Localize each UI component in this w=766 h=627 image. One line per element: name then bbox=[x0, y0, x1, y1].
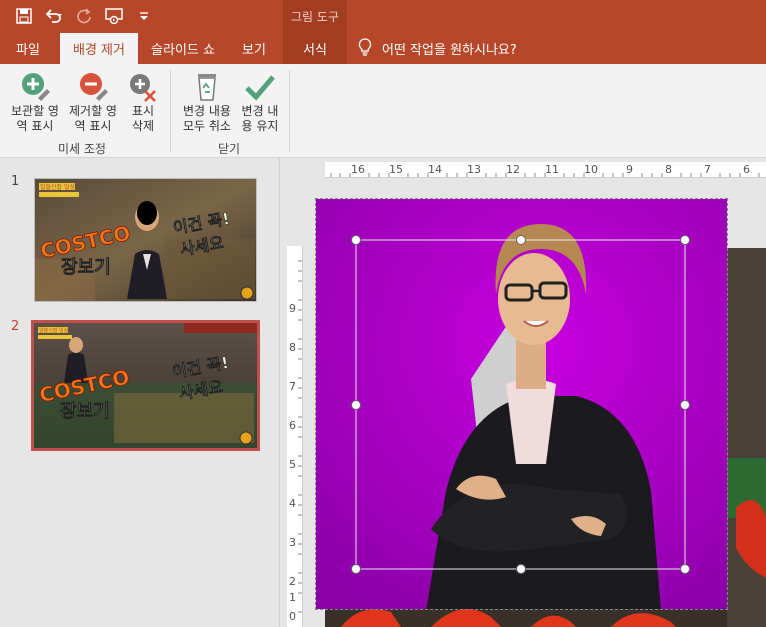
resize-handle[interactable] bbox=[351, 564, 361, 574]
lightbulb-icon bbox=[358, 37, 372, 60]
resize-handle[interactable] bbox=[516, 564, 526, 574]
discard-all-button[interactable]: 변경 내용 모두 취소 bbox=[176, 70, 238, 134]
tell-me-text: 어떤 작업을 원하시나요? bbox=[382, 43, 517, 58]
mark-remove-button[interactable]: 제거할 영 역 표시 bbox=[62, 70, 124, 134]
ribbon-separator bbox=[289, 70, 290, 152]
ruler-label: 11 bbox=[545, 163, 559, 176]
vertical-ruler: 9 8 7 6 5 4 3 2 1 0 bbox=[287, 246, 303, 627]
ruler-label: 9 bbox=[289, 302, 296, 315]
slide-2-tag: 알쓸신잡 일상 bbox=[39, 327, 69, 334]
slide-1-tag: 알쓸신잡 일상 bbox=[40, 183, 76, 191]
checkmark-icon bbox=[245, 75, 275, 101]
recycle-bin-icon bbox=[198, 74, 216, 101]
slide-thumbnail-1[interactable]: 알쓸신잡 일상 COSTCO 장보기 이건 꼭! 사세요 bbox=[34, 178, 257, 302]
mark-keep-button[interactable]: 보관할 영 역 표시 bbox=[4, 70, 66, 134]
ruler-label: 5 bbox=[289, 458, 296, 471]
ruler-label: 15 bbox=[389, 163, 403, 176]
resize-handle[interactable] bbox=[680, 564, 690, 574]
mark-remove-icon bbox=[80, 73, 108, 101]
delete-mark-button[interactable]: 표시 삭제 bbox=[124, 70, 162, 134]
resize-handle[interactable] bbox=[680, 235, 690, 245]
ruler-label: 6 bbox=[289, 419, 296, 432]
ruler-label: 12 bbox=[506, 163, 520, 176]
redo-icon[interactable] bbox=[74, 6, 94, 26]
delete-mark-icon bbox=[130, 74, 156, 102]
slide-2-preview: 알쓸신잡 일상 COSTCO 장보기 이건 꼭! 사세요 bbox=[34, 323, 257, 448]
keep-changes-button[interactable]: 변경 내 용 유지 bbox=[236, 70, 284, 134]
group-label-refine: 미세 조정 bbox=[58, 142, 106, 156]
tab-slideshow[interactable]: 슬라이드 쇼 bbox=[143, 33, 223, 64]
selected-picture[interactable] bbox=[315, 198, 728, 610]
customize-icon[interactable] bbox=[134, 6, 154, 26]
slide-thumbnail-pane: 1 알쓸신잡 일상 COSTCO 장보기 이건 꼭! 사세요 2 알쓸신잡 일상… bbox=[0, 158, 280, 627]
ruler-label: 4 bbox=[289, 497, 296, 510]
slide-1-title: 장보기 bbox=[61, 257, 111, 278]
ruler-label: 6 bbox=[743, 163, 750, 176]
slideshow-icon[interactable] bbox=[104, 6, 124, 26]
ruler-label: 2 bbox=[289, 575, 296, 588]
save-icon[interactable] bbox=[14, 6, 34, 26]
slide-number-active: 2 bbox=[11, 319, 20, 334]
resize-handle[interactable] bbox=[680, 400, 690, 410]
ruler-label: 9 bbox=[626, 163, 633, 176]
resize-handle[interactable] bbox=[351, 235, 361, 245]
undo-icon[interactable] bbox=[44, 6, 64, 26]
tab-view[interactable]: 보기 bbox=[229, 33, 279, 64]
ruler-label: 7 bbox=[704, 163, 711, 176]
ruler-label: 1 bbox=[289, 591, 296, 604]
ruler-label: 8 bbox=[665, 163, 672, 176]
ruler-label: 16 bbox=[351, 163, 365, 176]
selection-frame bbox=[355, 239, 686, 570]
tab-format[interactable]: 서식 bbox=[283, 33, 347, 64]
slide-1-preview: 알쓸신잡 일상 COSTCO 장보기 이건 꼭! 사세요 bbox=[35, 179, 256, 301]
horizontal-ruler: 16 15 14 13 12 11 10 9 8 7 6 bbox=[325, 162, 766, 178]
mark-keep-label: 보관할 영 역 표시 bbox=[11, 104, 59, 133]
tell-me-box[interactable]: 어떤 작업을 원하시나요? bbox=[358, 33, 517, 64]
resize-handle[interactable] bbox=[351, 400, 361, 410]
resize-handle[interactable] bbox=[516, 235, 526, 245]
ruler-label: 7 bbox=[289, 380, 296, 393]
keep-changes-label: 변경 내 용 유지 bbox=[241, 104, 279, 133]
slide-thumbnail-2[interactable]: 알쓸신잡 일상 COSTCO 장보기 이건 꼭! 사세요 bbox=[31, 320, 260, 451]
ribbon: 보관할 영 역 표시 제거할 영 역 표시 표시 삭제 변경 내용 모두 취소 … bbox=[0, 64, 766, 158]
ribbon-separator bbox=[170, 70, 171, 152]
tab-background-removal[interactable]: 배경 제거 bbox=[60, 33, 138, 64]
mark-keep-icon bbox=[22, 73, 50, 101]
mark-remove-label: 제거할 영 역 표시 bbox=[69, 104, 117, 133]
ruler-label: 13 bbox=[467, 163, 481, 176]
delete-mark-label: 표시 삭제 bbox=[131, 104, 155, 133]
title-bar: 그림 도구 bbox=[0, 0, 766, 33]
slide-number: 1 bbox=[11, 174, 20, 189]
ruler-label: 14 bbox=[428, 163, 442, 176]
ribbon-tabs: 파일 배경 제거 슬라이드 쇼 보기 서식 어떤 작업을 원하시나요? bbox=[0, 33, 766, 64]
ruler-label: 0 bbox=[289, 610, 296, 623]
ruler-label: 8 bbox=[289, 341, 296, 354]
ruler-label: 3 bbox=[289, 536, 296, 549]
slide-2-title: 장보기 bbox=[60, 401, 110, 422]
discard-all-label: 변경 내용 모두 취소 bbox=[183, 104, 231, 133]
slide-canvas[interactable]: 16 15 14 13 12 11 10 9 8 7 6 9 8 7 6 5 4… bbox=[281, 158, 766, 627]
quick-access-toolbar bbox=[14, 6, 154, 26]
group-label-close: 닫기 bbox=[218, 142, 241, 156]
context-group-label: 그림 도구 bbox=[283, 0, 347, 33]
tab-file[interactable]: 파일 bbox=[2, 33, 54, 64]
ruler-label: 10 bbox=[584, 163, 598, 176]
